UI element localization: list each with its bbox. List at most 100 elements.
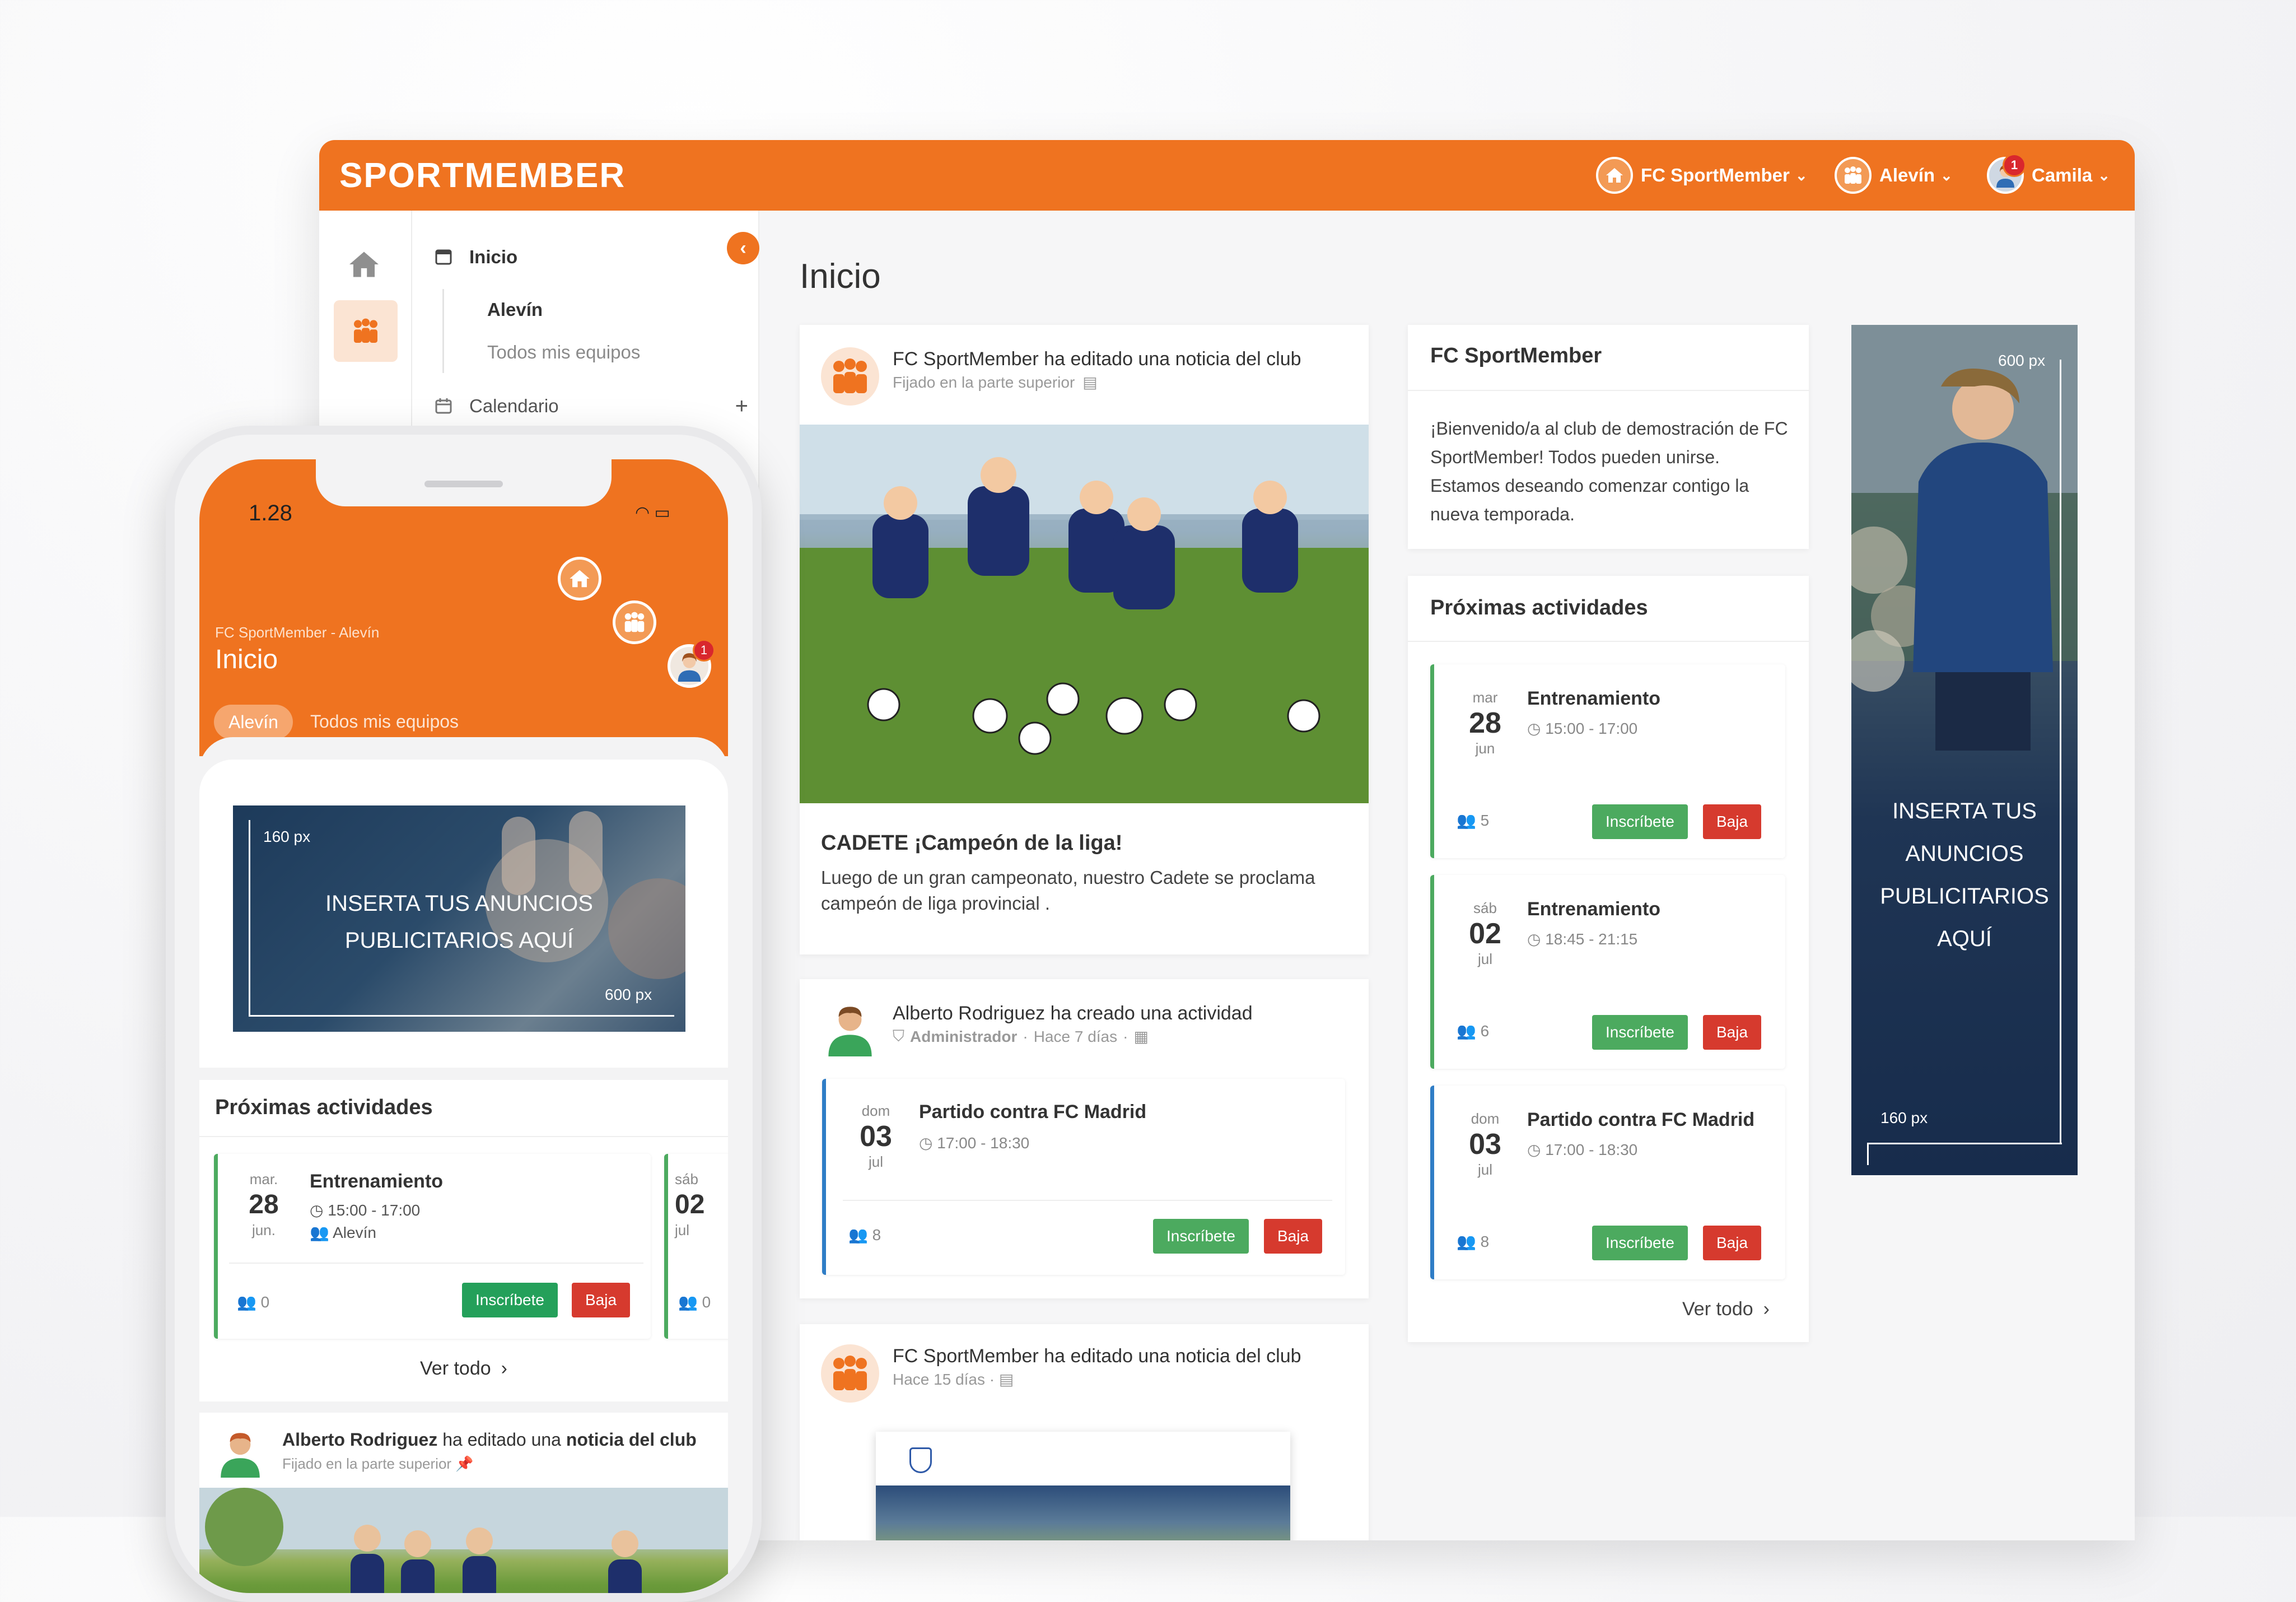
- activity-item[interactable]: sáb 02 jul 👥 0: [664, 1154, 728, 1339]
- dimension-line: [1867, 1143, 1869, 1165]
- post-time: Hace 7 días: [1033, 1027, 1118, 1045]
- post-header: Alberto Rodriguez ha creado una activida…: [893, 1003, 1253, 1024]
- user-avatar: [822, 1000, 878, 1056]
- sidebar-subitem-all-teams[interactable]: Todos mis equipos: [487, 342, 640, 363]
- post-meta: ⛉ Administrador · Hace 7 días · ▦: [893, 1027, 1149, 1045]
- leave-button[interactable]: Baja: [1703, 804, 1762, 839]
- activity-item[interactable]: dom 03 jul Partido contra FC Madrid ◷ 17…: [1430, 1086, 1785, 1279]
- activity-title: Entrenamiento: [1527, 688, 1661, 709]
- phone-notch: [316, 459, 612, 506]
- news-photo: [800, 425, 1369, 803]
- user-menu[interactable]: 1 Camila ⌄: [1987, 153, 2111, 194]
- leave-button[interactable]: Baja: [1703, 1226, 1762, 1260]
- see-all-link[interactable]: Ver todo ›: [1682, 1298, 1770, 1320]
- sidebar-item-calendario[interactable]: Calendario +: [435, 394, 748, 419]
- divider: [1408, 641, 1809, 642]
- activity-title: Partido contra FC Madrid: [919, 1101, 1147, 1123]
- home-icon[interactable]: [347, 250, 381, 279]
- ad-placeholder-text: INSERTA TUS ANUNCIOS PUBLICITARIOS AQUÍ: [325, 891, 593, 953]
- club-switcher[interactable]: FC SportMember ⌄: [1596, 157, 1808, 194]
- participants-count: 👥 8: [1457, 1233, 1490, 1250]
- chevron-right-icon: ›: [501, 1358, 507, 1379]
- activity-title: Entrenamiento: [310, 1171, 444, 1192]
- divider: [229, 1263, 643, 1264]
- see-all-link[interactable]: Ver todo ›: [199, 1358, 728, 1380]
- post-header: FC SportMember ha editado una noticia de…: [893, 348, 1301, 370]
- ad-height-label: 160 px: [263, 828, 311, 845]
- shield-icon: ⛉: [893, 1027, 905, 1045]
- activity-date: dom 03 jul: [1469, 1110, 1501, 1178]
- news-photo: [199, 1488, 728, 1593]
- sidebar-item-inicio[interactable]: Inicio –: [435, 245, 748, 268]
- activity-time: ◷ 17:00 - 18:30: [919, 1134, 1030, 1152]
- team-switcher[interactable]: Alevín ⌄: [1835, 157, 1953, 194]
- collapse-sidebar-button[interactable]: ‹: [727, 232, 759, 264]
- team-name: Alevín: [1879, 165, 1935, 185]
- team-icon: [1835, 157, 1872, 194]
- top-bar: SPORTMEMBER FC SportMember ⌄ Alevín ⌄ 1 …: [319, 140, 2135, 211]
- vertical-ad-banner[interactable]: INSERTA TUS ANUNCIOS PUBLICITARIOS AQUÍ …: [1851, 325, 2078, 1175]
- activity-date: dom 03 jul: [860, 1102, 892, 1170]
- post-meta: Fijado en la parte superior 📌: [282, 1455, 474, 1472]
- sidebar-item-label: Calendario: [469, 395, 559, 416]
- horizontal-ad-banner[interactable]: INSERTA TUS ANUNCIOS PUBLICITARIOS AQUÍ …: [233, 805, 685, 1032]
- join-button[interactable]: Inscríbete: [1592, 1226, 1688, 1260]
- join-button[interactable]: Inscríbete: [1153, 1219, 1249, 1254]
- chevron-right-icon: ›: [1763, 1298, 1770, 1320]
- phone-ad-card: INSERTA TUS ANUNCIOS PUBLICITARIOS AQUÍ …: [199, 760, 728, 1068]
- chevron-down-icon: ⌄: [2098, 166, 2111, 184]
- join-button[interactable]: Inscríbete: [1592, 804, 1688, 839]
- phone-news-post: Alberto Rodriguez ha editado una noticia…: [199, 1413, 728, 1593]
- participants-count: 👥 8: [848, 1226, 881, 1244]
- activity-date: mar 28 jun: [1469, 689, 1501, 757]
- join-button[interactable]: Inscríbete: [462, 1283, 558, 1317]
- add-icon[interactable]: +: [735, 394, 748, 419]
- upcoming-title: Próximas actividades: [1430, 596, 1648, 620]
- activity-time: ◷ 17:00 - 18:30: [1527, 1141, 1638, 1158]
- phone-upcoming-card: Próximas actividades mar. 28 jun. Entren…: [199, 1080, 728, 1401]
- leave-button[interactable]: Baja: [572, 1283, 631, 1317]
- ad-width-label: 600 px: [605, 986, 652, 1003]
- team-icon[interactable]: [613, 600, 656, 644]
- participants-count: 👥 5: [1457, 812, 1490, 829]
- leave-button[interactable]: Baja: [1264, 1219, 1323, 1254]
- dimension-line: [2060, 360, 2061, 1144]
- activity-team: 👥 Alevín: [310, 1224, 376, 1241]
- chip-all-teams[interactable]: Todos mis equipos: [310, 711, 459, 732]
- activity-item[interactable]: dom 03 jul Partido contra FC Madrid ◷ 17…: [822, 1079, 1345, 1275]
- post-header: FC SportMember ha editado una noticia de…: [893, 1345, 1301, 1367]
- speaker-grille: [424, 481, 503, 487]
- ad-height-label: 160 px: [1880, 1109, 1928, 1126]
- club-home-icon: [1596, 157, 1633, 194]
- ad-placeholder-text: INSERTA TUS ANUNCIOS PUBLICITARIOS AQUÍ: [1880, 799, 2049, 951]
- participants-count: 👥 0: [678, 1293, 711, 1311]
- leave-button[interactable]: Baja: [1703, 1015, 1762, 1050]
- post-meta: Fijado en la parte superior ▤: [893, 373, 1098, 392]
- user-avatar[interactable]: 1: [668, 639, 715, 688]
- pinned-label: Fijado en la parte superior: [893, 373, 1075, 391]
- dimension-line: [1867, 1143, 2062, 1144]
- sportmember-logo[interactable]: SPORTMEMBER: [339, 156, 626, 195]
- calendar-icon: [435, 397, 452, 415]
- participants-count: 👥 0: [237, 1293, 270, 1311]
- sidebar-subitem-alevin[interactable]: Alevín: [487, 299, 543, 320]
- activity-item[interactable]: mar 28 jun Entrenamiento ◷ 15:00 - 17:00…: [1430, 664, 1785, 858]
- team-nav-icon[interactable]: [334, 300, 398, 362]
- activity-title: Partido contra FC Madrid: [1527, 1109, 1755, 1130]
- activity-item[interactable]: sáb 02 jul Entrenamiento ◷ 18:45 - 21:15…: [1430, 875, 1785, 1069]
- page-title: Inicio: [800, 257, 881, 296]
- team-icon: [833, 1356, 867, 1390]
- activity-item[interactable]: mar. 28 jun. Entrenamiento ◷ 15:00 - 17:…: [214, 1154, 651, 1339]
- news-icon: ▤: [1082, 374, 1098, 391]
- club-avatar: [821, 347, 879, 406]
- website-preview-image: [876, 1432, 1290, 1540]
- wifi-battery-icons: ◠ ▭: [635, 504, 670, 522]
- calendar-page-icon: [435, 248, 452, 266]
- notification-badge: 1: [693, 639, 715, 662]
- news-title: CADETE ¡Campeón de la liga!: [821, 831, 1123, 855]
- club-welcome-text: ¡Bienvenido/a al club de demostración de…: [1430, 418, 1788, 524]
- join-button[interactable]: Inscríbete: [1592, 1015, 1688, 1050]
- breadcrumb: FC SportMember - Alevín: [215, 624, 380, 641]
- chip-alevin[interactable]: Alevín: [214, 705, 293, 739]
- club-home-icon[interactable]: [558, 557, 601, 600]
